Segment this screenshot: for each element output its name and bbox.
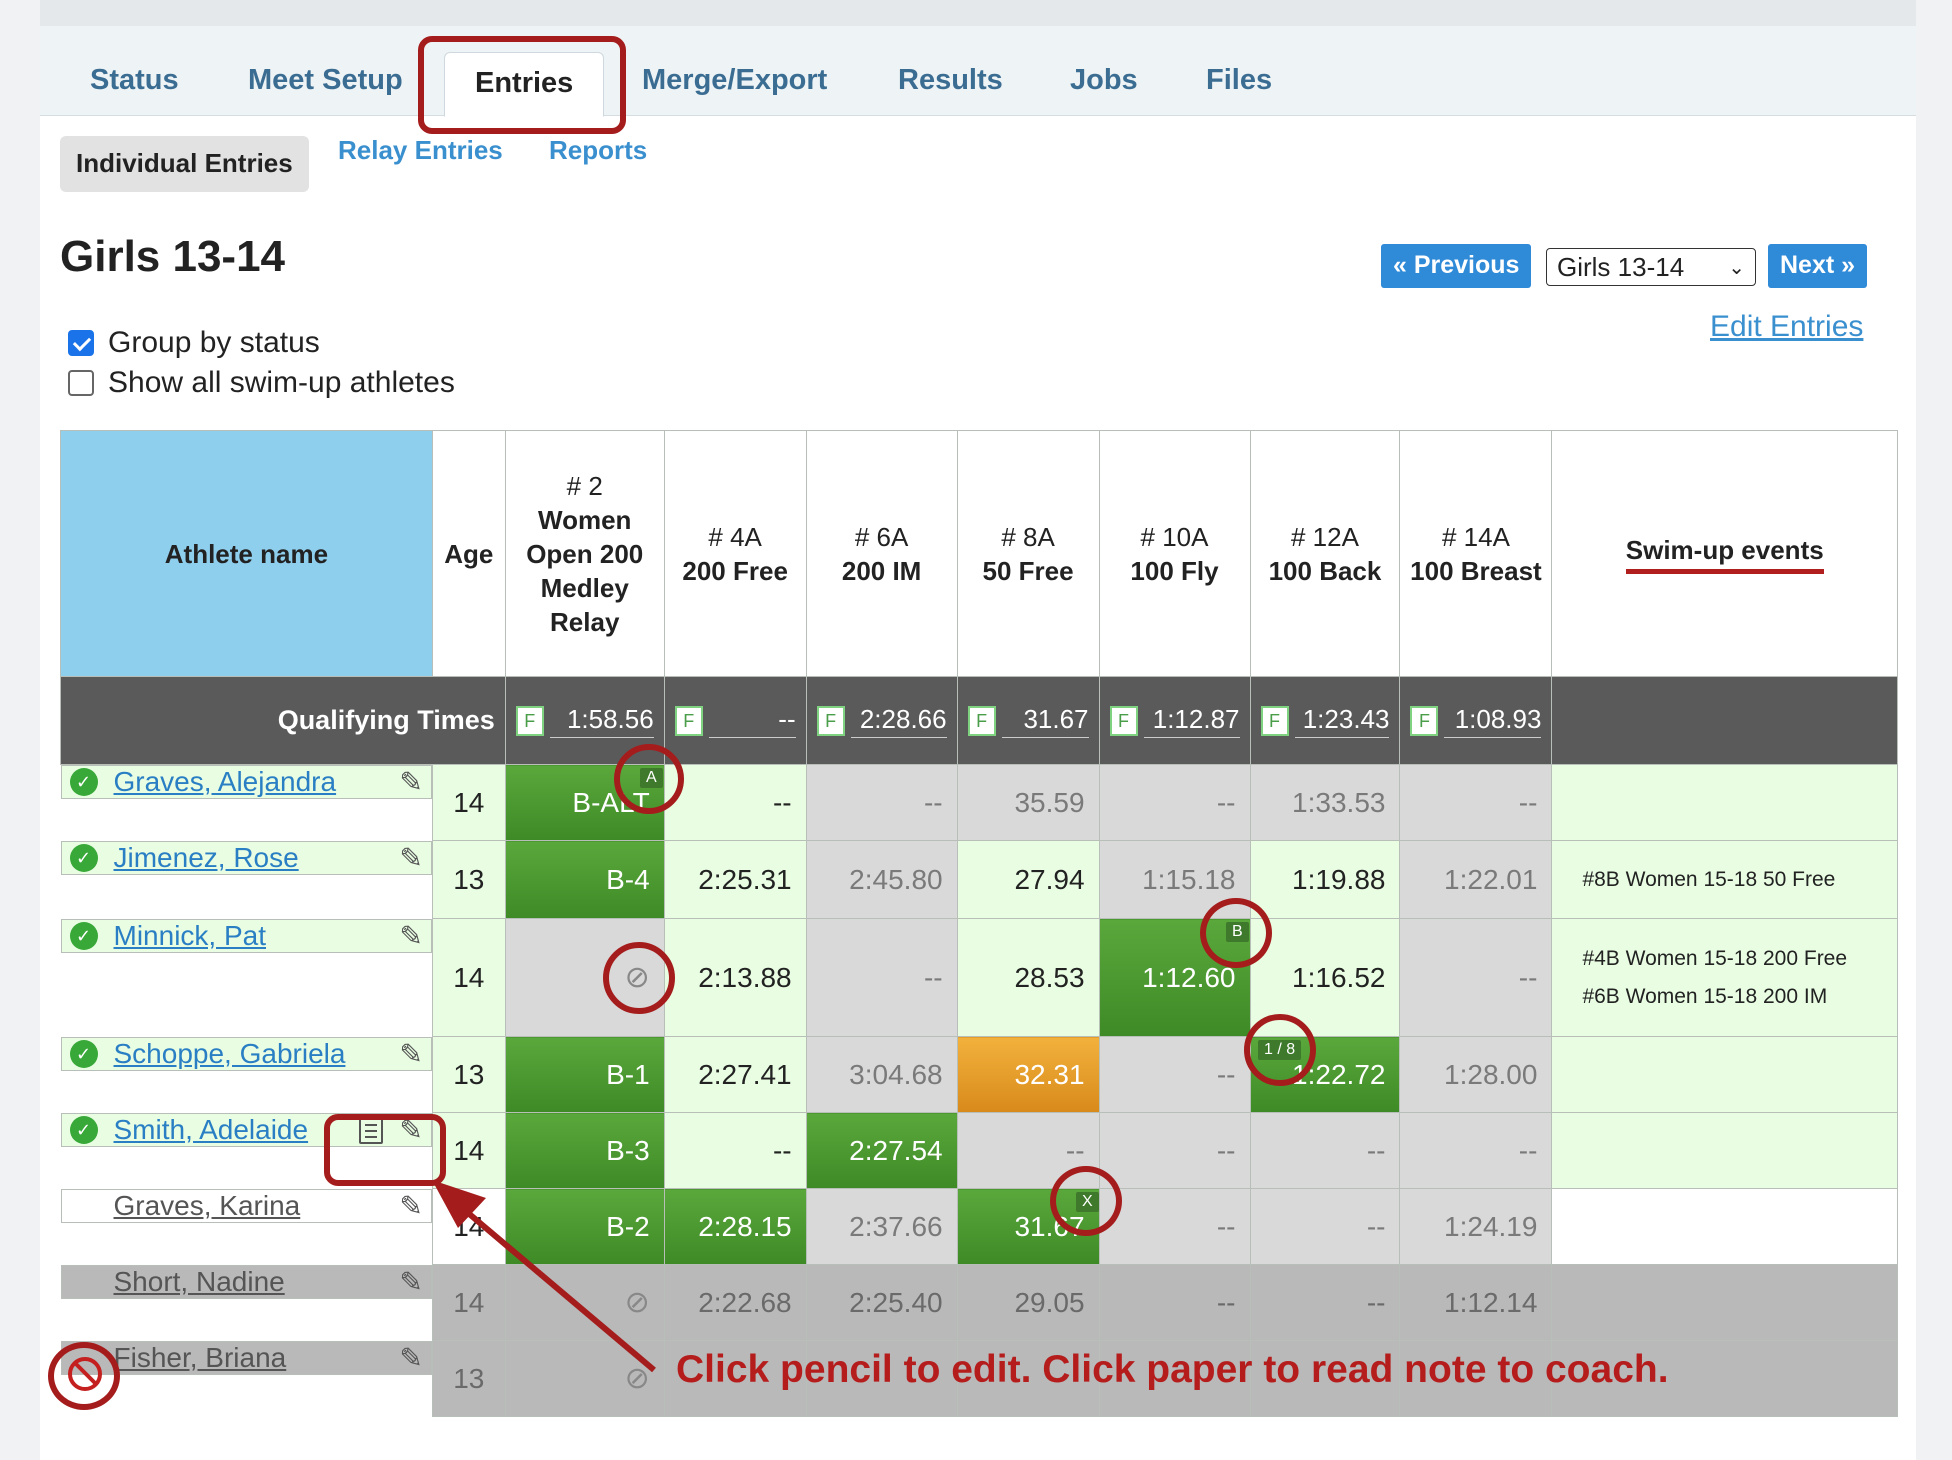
arrow-line [446, 1193, 656, 1373]
annotation-caption: Click pencil to edit. Click paper to rea… [676, 1348, 1669, 1391]
annotation-arrow [432, 1180, 656, 1373]
